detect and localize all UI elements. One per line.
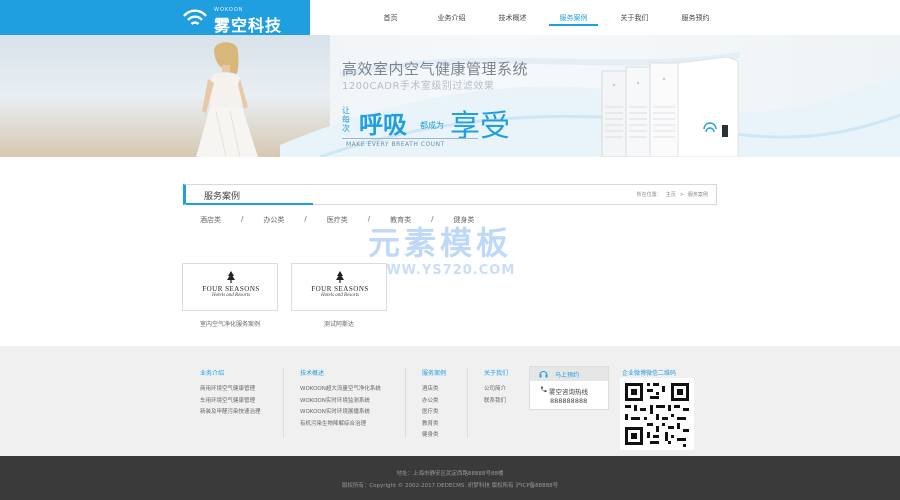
logo-brand-name: FOUR SEASONS xyxy=(311,285,369,293)
footer-divider xyxy=(405,368,406,438)
tree-logo-icon xyxy=(336,271,344,283)
footer-column-about: 关于我们 公司简介 联系我们 xyxy=(484,368,508,407)
phone-icon xyxy=(540,386,547,393)
footer-column-title[interactable]: 关于我们 xyxy=(484,368,508,377)
category-hotel[interactable]: 酒店类 xyxy=(200,215,221,227)
category-fitness[interactable]: 健身类 xyxy=(453,215,474,227)
model-photo xyxy=(196,42,258,157)
category-separator: / xyxy=(304,215,307,223)
hotline-header[interactable]: 马上预约 xyxy=(530,367,608,381)
footer-link[interactable]: WOKOON实时环境展播系统 xyxy=(300,407,381,419)
nav-technology[interactable]: 技术概述 xyxy=(482,0,543,35)
copyright-bar: 地址：上海市静安区武定西路88888号88楼 版权所有：Copyright © … xyxy=(0,456,900,500)
footer-link[interactable]: 车用环境空气健康管理 xyxy=(200,396,261,408)
qr-title: 企业微博微信二维码 xyxy=(622,370,677,377)
footer-link[interactable]: 酒店类 xyxy=(422,384,446,396)
footer-divider xyxy=(467,368,468,438)
footer-link[interactable]: 教育类 xyxy=(422,419,446,431)
tree-logo-icon xyxy=(227,271,235,283)
category-education[interactable]: 教育类 xyxy=(390,215,411,227)
case-caption[interactable]: 室内空气净化服务案例 xyxy=(182,319,278,328)
banner-title: 高效室内空气健康管理系统 xyxy=(342,60,529,78)
footer-column-title[interactable]: 技术概述 xyxy=(300,368,381,377)
logo-brand-sub: Hotels and Resorts xyxy=(211,293,251,298)
footer-link[interactable]: 联系我们 xyxy=(484,396,508,408)
section-title: 服务案例 xyxy=(204,192,241,202)
logo-name: 雾空科技 xyxy=(214,16,283,35)
four-seasons-logo: FOUR SEASONS Hotels and Resorts xyxy=(183,271,279,298)
nav-about[interactable]: 关于我们 xyxy=(604,0,665,35)
slogan-prefix: 让每次 xyxy=(342,106,350,133)
footer-column-technology: 技术概述 WOKOON超大流量空气净化系统 WOKOON实时环境监测系统 WOK… xyxy=(300,368,381,430)
footer-link[interactable]: 有机污染生物降解综合治理 xyxy=(300,419,381,431)
hotline-number[interactable]: 888888888 xyxy=(550,397,587,405)
qr-code-image xyxy=(620,378,694,450)
site-footer xyxy=(0,346,900,456)
watermark-url: WWW.YS720.COM xyxy=(371,263,516,278)
footer-link[interactable]: WOKOON实时环境监测系统 xyxy=(300,396,381,408)
site-header: WOKOON 雾空科技 首页 业务介绍 技术概述 服务案例 关于我们 服务预约 xyxy=(0,0,900,35)
air-purifier-product-image xyxy=(601,57,739,157)
four-seasons-logo: FOUR SEASONS Hotels and Resorts xyxy=(292,271,388,298)
nav-booking[interactable]: 服务预约 xyxy=(665,0,726,35)
case-card[interactable]: FOUR SEASONS Hotels and Resorts xyxy=(291,263,387,311)
main-nav: 首页 业务介绍 技术概述 服务案例 关于我们 服务预约 xyxy=(360,0,726,35)
case-card[interactable]: FOUR SEASONS Hotels and Resorts xyxy=(182,263,278,311)
footer-link[interactable]: 办公类 xyxy=(422,396,446,408)
footer-column-business: 业务介绍 商用环境空气健康管理 车用环境空气健康管理 新装及甲醛污染快速治理 xyxy=(200,368,261,419)
section-title-underline xyxy=(186,203,313,205)
breadcrumb-label: 所在位置： xyxy=(636,192,662,198)
category-medical[interactable]: 医疗类 xyxy=(327,215,348,227)
footer-link[interactable]: 健身类 xyxy=(422,430,446,442)
breadcrumb-separator: > xyxy=(679,192,684,198)
hotline-header-label: 马上预约 xyxy=(555,372,580,379)
slogan-divider xyxy=(342,138,478,139)
breadcrumb-current[interactable]: 服务案例 xyxy=(688,192,708,198)
company-address: 地址：上海市静安区武定西路88888号88楼 xyxy=(396,471,504,477)
footer-column-title[interactable]: 业务介绍 xyxy=(200,368,261,377)
logo-brand-sub: Hotels and Resorts xyxy=(320,293,360,298)
nav-cases[interactable]: 服务案例 xyxy=(543,0,604,35)
copyright-text: 版权所有：Copyright © 2002-2017 DEDECMS. 织梦科技… xyxy=(341,483,559,489)
banner-subtitle: 1200CADR手术室级别过滤效果 xyxy=(342,81,495,92)
nav-home[interactable]: 首页 xyxy=(360,0,421,35)
footer-link[interactable]: 公司简介 xyxy=(484,384,508,396)
category-separator: / xyxy=(431,215,434,223)
footer-column-cases: 服务案例 酒店类 办公类 医疗类 教育类 健身类 xyxy=(422,368,446,442)
logo-area[interactable]: WOKOON 雾空科技 xyxy=(0,0,310,35)
category-filter: 酒店类 / 办公类 / 医疗类 / 教育类 / 健身类 xyxy=(200,215,474,227)
case-caption[interactable]: 测试阿斯达 xyxy=(291,319,387,328)
breadcrumb-home[interactable]: 主页 xyxy=(666,192,676,198)
footer-link[interactable]: 新装及甲醛污染快速治理 xyxy=(200,407,261,419)
category-separator: / xyxy=(241,215,244,223)
breadcrumb: 所在位置： 主页 > 服务案例 xyxy=(635,191,710,198)
hotline-box[interactable]: 马上预约 雾空咨询热线 888888888 xyxy=(529,366,609,410)
headset-icon xyxy=(539,371,548,378)
section-header: 服务案例 所在位置： 主页 > 服务案例 xyxy=(183,184,717,205)
footer-link[interactable]: 医疗类 xyxy=(422,407,446,419)
footer-divider xyxy=(283,368,284,438)
slogan-breath: 呼吸 xyxy=(359,111,407,139)
logo-brand-name: FOUR SEASONS xyxy=(202,285,260,293)
footer-link[interactable]: WOKOON超大流量空气净化系统 xyxy=(300,384,381,396)
category-separator: / xyxy=(367,215,371,223)
nav-business[interactable]: 业务介绍 xyxy=(421,0,482,35)
category-office[interactable]: 办公类 xyxy=(263,215,284,227)
watermark: 元素模板 WWW.YS720.COM xyxy=(368,218,538,286)
banner-slogan: 让每次 呼吸 都成为 享受 MAKE EVERY BREATH COUNT xyxy=(342,103,530,153)
footer-column-title[interactable]: 服务案例 xyxy=(422,368,446,377)
wifi-logo-icon xyxy=(183,9,207,25)
hero-banner: 高效室内空气健康管理系统 1200CADR手术室级别过滤效果 让每次 呼吸 都成… xyxy=(0,35,900,157)
hotline-label: 雾空咨询热线 xyxy=(549,388,588,396)
slogan-become: 都成为 xyxy=(420,121,444,130)
slogan-english: MAKE EVERY BREATH COUNT xyxy=(346,141,445,148)
footer-link[interactable]: 商用环境空气健康管理 xyxy=(200,384,261,396)
